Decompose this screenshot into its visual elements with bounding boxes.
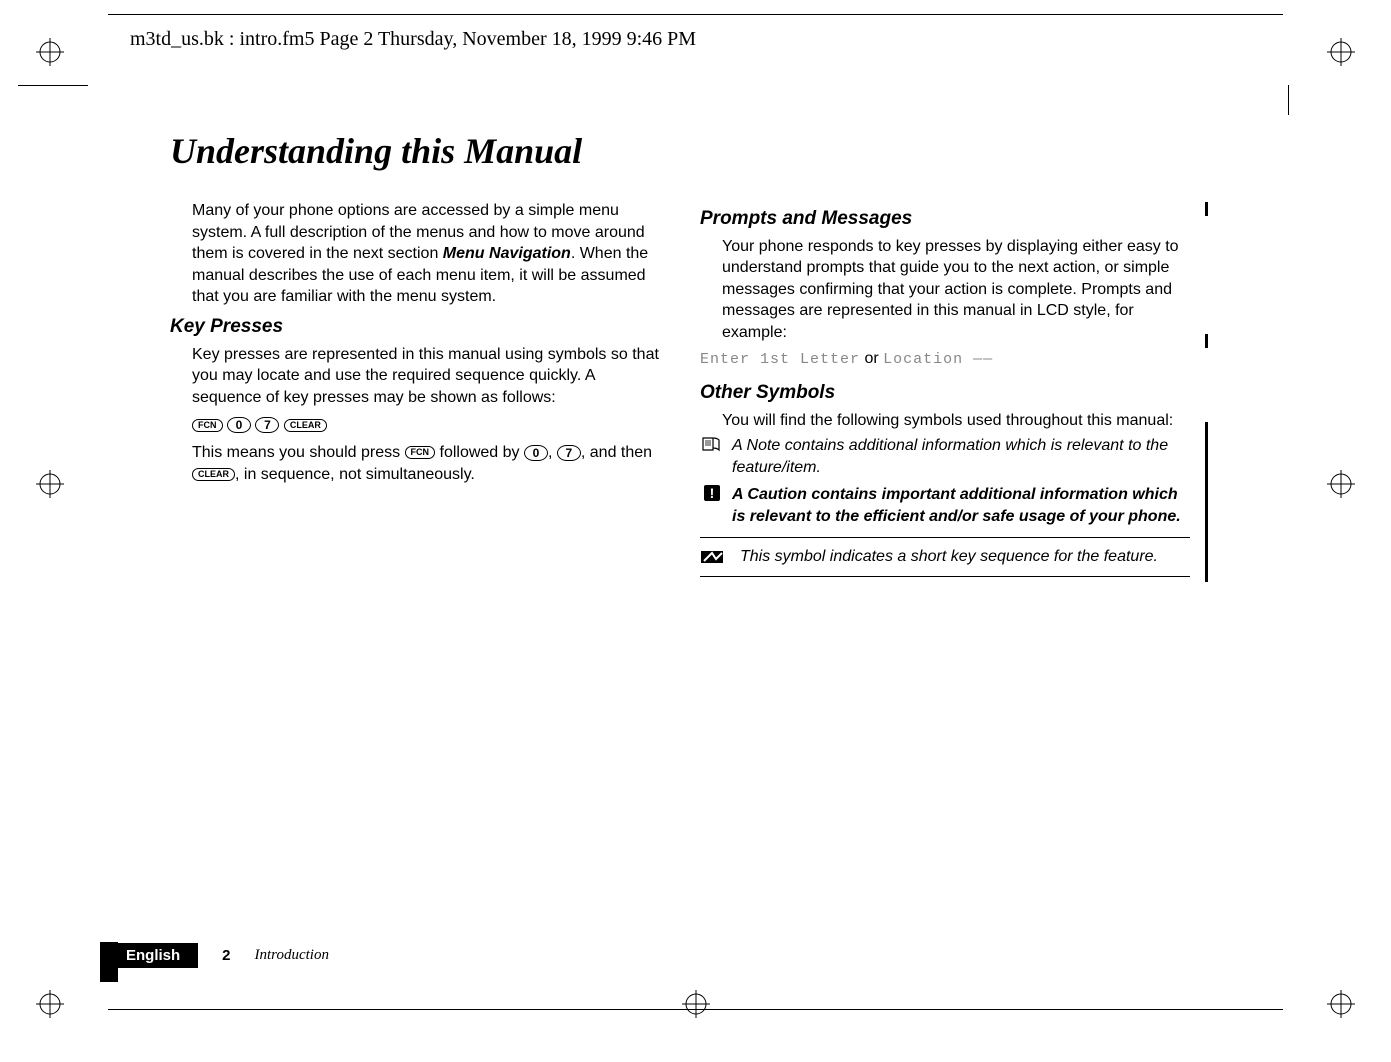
right-column: Prompts and Messages Your phone responds… — [700, 200, 1190, 577]
key-fcn-icon: FCN — [405, 446, 436, 459]
text-fragment: , and then — [581, 444, 652, 461]
note-row: A Note contains additional information w… — [700, 435, 1190, 478]
left-column: Many of your phone options are accessed … — [170, 200, 660, 577]
section-heading-key-presses: Key Presses — [170, 314, 660, 340]
key-0-icon: 0 — [524, 445, 548, 461]
key-clear-icon: CLEAR — [192, 468, 235, 481]
crop-mark-icon — [36, 990, 64, 1018]
other-symbols-intro: You will find the following symbols used… — [722, 410, 1190, 432]
crop-mark-icon — [1327, 38, 1355, 66]
key-presses-paragraph: Key presses are represented in this manu… — [192, 344, 660, 409]
prompts-paragraph: Your phone responds to key presses by di… — [722, 236, 1190, 344]
key-presses-explanation: This means you should press FCN followed… — [192, 442, 660, 485]
key-sequence-example: FCN 0 7 CLEAR — [192, 414, 660, 436]
key-7-icon: 7 — [557, 445, 581, 461]
frame-rule — [18, 85, 88, 86]
key-0-icon: 0 — [227, 417, 251, 433]
shortcut-row: This symbol indicates a short key sequen… — [700, 537, 1190, 577]
lcd-text: Enter 1st Letter — [700, 351, 860, 368]
shortcut-icon — [700, 548, 728, 566]
text-fragment: This means you should press — [192, 444, 405, 461]
caution-row: ! A Caution contains important additiona… — [700, 484, 1190, 527]
change-bar — [1205, 422, 1208, 582]
change-bar — [1205, 334, 1208, 348]
text-fragment: , in sequence, not simultaneously. — [235, 466, 475, 483]
intro-paragraph: Many of your phone options are accessed … — [192, 200, 660, 308]
svg-text:!: ! — [710, 485, 715, 501]
caution-text: A Caution contains important additional … — [732, 484, 1190, 527]
caution-icon: ! — [700, 484, 724, 502]
crop-mark-icon — [36, 470, 64, 498]
change-bar — [1205, 202, 1208, 216]
key-fcn-icon: FCN — [192, 419, 223, 432]
language-tag: English — [108, 943, 198, 968]
crop-mark-icon — [36, 38, 64, 66]
key-7-icon: 7 — [255, 417, 279, 433]
crop-mark-icon — [1327, 990, 1355, 1018]
lcd-text: Location —— — [883, 351, 993, 368]
note-icon — [700, 435, 724, 453]
note-text: A Note contains additional information w… — [732, 435, 1190, 478]
running-head: m3td_us.bk : intro.fm5 Page 2 Thursday, … — [130, 28, 696, 51]
shortcut-text: This symbol indicates a short key sequen… — [740, 546, 1158, 568]
lcd-join: or — [860, 350, 883, 367]
page-footer: English 2 Introduction — [108, 943, 329, 968]
key-clear-icon: CLEAR — [284, 419, 327, 432]
text-fragment: followed by — [440, 444, 525, 461]
lcd-example: Enter 1st Letter or Location —— — [700, 348, 1190, 370]
chapter-title: Introduction — [255, 947, 329, 964]
text-fragment: , — [548, 444, 557, 461]
crop-mark-icon — [1327, 470, 1355, 498]
section-heading-prompts: Prompts and Messages — [700, 206, 1190, 232]
page-title: Understanding this Manual — [170, 130, 1190, 172]
intro-emphasis: Menu Navigation — [443, 245, 571, 262]
section-heading-other-symbols: Other Symbols — [700, 380, 1190, 406]
page-number: 2 — [222, 947, 230, 964]
frame-rule — [1288, 85, 1289, 115]
